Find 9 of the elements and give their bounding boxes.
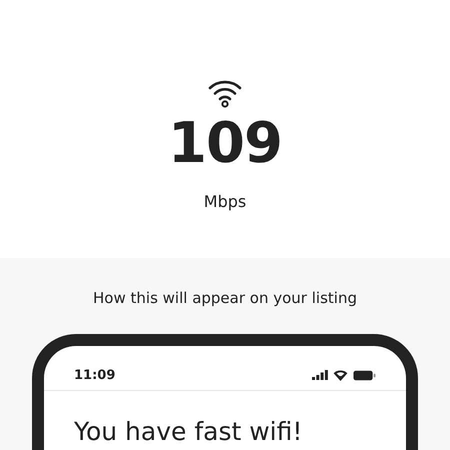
battery-icon: [353, 370, 376, 380]
phone-heading: You have fast wifi!: [73, 416, 304, 446]
preview-caption: How this will appear on your listing: [93, 289, 357, 307]
signal-icon: [312, 370, 328, 380]
wifi-icon: [333, 370, 348, 380]
speed-unit: Mbps: [204, 192, 246, 211]
status-time: 11:09: [74, 368, 116, 382]
speed-value: 109: [168, 116, 282, 172]
wifi-icon: [207, 78, 243, 108]
